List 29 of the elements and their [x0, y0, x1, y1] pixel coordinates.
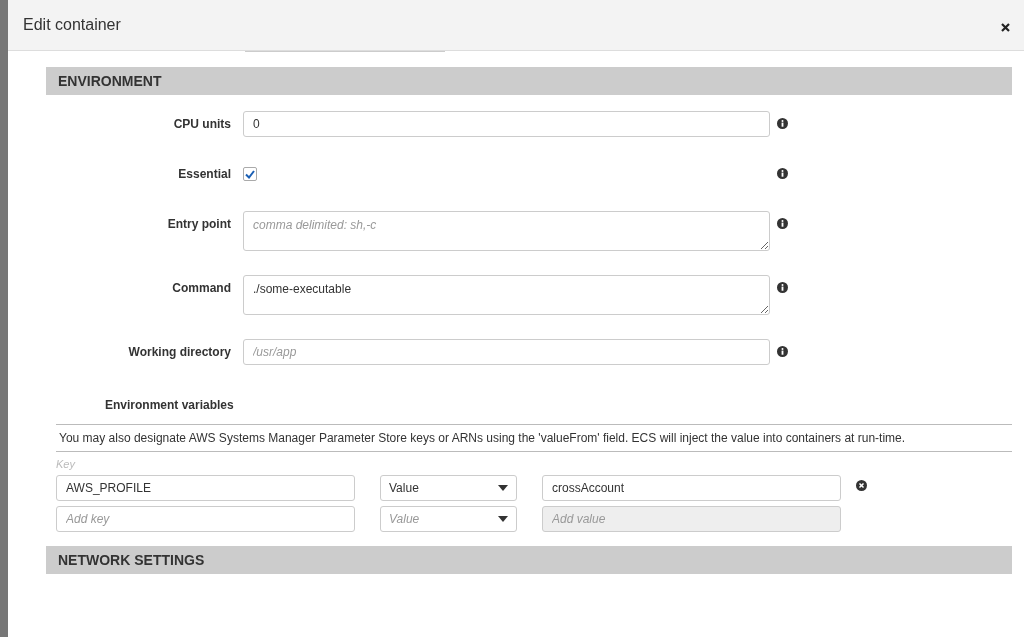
dialog-title: Edit container [23, 16, 121, 34]
caret-icon [498, 516, 508, 522]
help-text: You may also designate AWS Systems Manager Parameter Store keys or ARNs using the 'valueFrom' field. ECS will inject the value into containers at run-time. [56, 424, 1012, 452]
column-heading: Key [56, 458, 77, 470]
text-field[interactable]: /usr/app [243, 339, 770, 365]
section-label: Environment variables [105, 398, 235, 412]
remove-icon[interactable] [856, 479, 867, 491]
info-icon[interactable] [777, 218, 788, 229]
checkbox[interactable] [243, 167, 257, 181]
caret-icon [498, 485, 508, 491]
close-icon [1001, 22, 1010, 32]
text-area[interactable]: ./some-executable [243, 275, 770, 315]
text-field[interactable]: 0 [243, 111, 770, 137]
key-field[interactable]: Add key [56, 506, 355, 532]
value-field[interactable]: crossAccount [542, 475, 841, 501]
info-icon[interactable] [777, 118, 788, 129]
field-label: Entry point [166, 216, 231, 231]
field-label: CPU units [172, 116, 231, 131]
type-dropdown[interactable]: Value [380, 475, 517, 501]
section-header: NETWORK SETTINGS [46, 546, 1012, 574]
field-label: Working directory [127, 344, 231, 359]
field-label: Essential [177, 166, 231, 181]
info-icon[interactable] [777, 168, 788, 179]
info-icon[interactable] [777, 282, 788, 293]
field-label: Command [171, 280, 231, 295]
text-area[interactable]: comma delimited: sh,-c [243, 211, 770, 251]
key-field[interactable]: AWS_PROFILE [56, 475, 355, 501]
info-icon[interactable] [777, 346, 788, 357]
section-header: ENVIRONMENT [46, 67, 1012, 95]
